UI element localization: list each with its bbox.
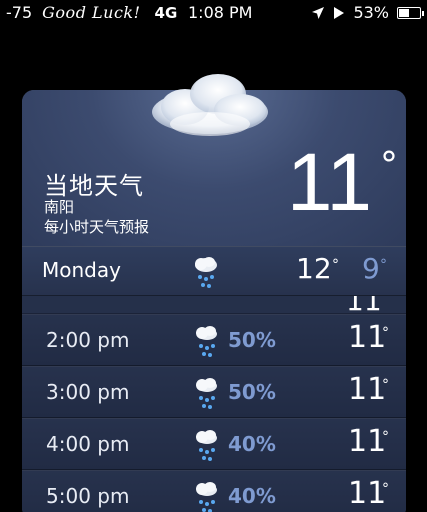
play-icon bbox=[334, 6, 345, 19]
hour-time: 4:00 pm bbox=[46, 432, 130, 456]
day-low-temp: 9 bbox=[362, 252, 380, 285]
day-name: Monday bbox=[42, 258, 121, 282]
weather-card[interactable]: 当地天气 南阳 每小时天气预报 11 ° Monday 12 ° 9 ° 11 … bbox=[22, 90, 406, 512]
hour-temp-degree: ° bbox=[382, 325, 389, 341]
status-left: -75 Good Luck! 4G bbox=[6, 3, 177, 22]
hour-row: 4:00 pm 40% 11 ° bbox=[22, 418, 406, 470]
hour-temp-degree: ° bbox=[382, 481, 389, 497]
battery-icon bbox=[397, 6, 424, 19]
hour-temp: 11 bbox=[348, 320, 387, 355]
forecast-subtitle: 每小时天气预报 bbox=[44, 218, 150, 236]
status-bar: -75 Good Luck! 4G 1:08 PM 53% bbox=[0, 0, 427, 28]
rain-icon bbox=[196, 378, 217, 409]
hour-temp-degree: ° bbox=[382, 429, 389, 445]
signal-strength: -75 bbox=[6, 3, 33, 22]
partial-hour-row: 11 bbox=[22, 296, 406, 314]
hour-row: 3:00 pm 50% 11 ° bbox=[22, 366, 406, 418]
rain-icon bbox=[196, 326, 217, 357]
current-temperature-degree: ° bbox=[380, 145, 398, 186]
hour-temp: 11 bbox=[348, 476, 387, 511]
battery-level bbox=[399, 8, 409, 17]
partial-hour-temp: 11 bbox=[346, 296, 382, 314]
day-low-degree: ° bbox=[380, 257, 387, 273]
hour-temp-degree: ° bbox=[382, 377, 389, 393]
screen: -75 Good Luck! 4G 1:08 PM 53% 当地天气 南阳 每小… bbox=[0, 0, 427, 512]
hour-temp: 11 bbox=[348, 424, 387, 459]
rain-icon bbox=[195, 257, 217, 288]
hour-time: 3:00 pm bbox=[46, 380, 130, 404]
rain-icon bbox=[196, 482, 217, 512]
rain-icon bbox=[196, 430, 217, 461]
day-high-degree: ° bbox=[332, 257, 339, 273]
precip-chance: 40% bbox=[228, 484, 276, 508]
day-forecast-row: Monday 12 ° 9 ° bbox=[22, 246, 406, 296]
hour-row: 5:00 pm 40% 11 ° bbox=[22, 470, 406, 512]
location-arrow-icon bbox=[312, 6, 325, 19]
city-name: 南阳 bbox=[44, 198, 75, 216]
day-high-temp: 12 bbox=[296, 252, 332, 285]
current-temperature: 11 bbox=[286, 137, 372, 228]
carrier-name: Good Luck! bbox=[42, 3, 141, 22]
status-right: 53% bbox=[311, 3, 424, 22]
precip-chance: 50% bbox=[228, 328, 276, 352]
hour-row: 2:00 pm 50% 11 ° bbox=[22, 314, 406, 366]
status-time: 1:08 PM bbox=[188, 3, 253, 22]
hour-time: 2:00 pm bbox=[46, 328, 130, 352]
cloud-icon bbox=[152, 74, 268, 136]
network-type: 4G bbox=[154, 3, 178, 22]
precip-chance: 50% bbox=[228, 380, 276, 404]
hourly-list[interactable]: 11 2:00 pm 50% 11 ° 3:00 pm 50% 11 ° 4:0… bbox=[22, 296, 406, 512]
precip-chance: 40% bbox=[228, 432, 276, 456]
hour-temp: 11 bbox=[348, 372, 387, 407]
hour-time: 5:00 pm bbox=[46, 484, 130, 508]
battery-percent: 53% bbox=[353, 3, 389, 22]
